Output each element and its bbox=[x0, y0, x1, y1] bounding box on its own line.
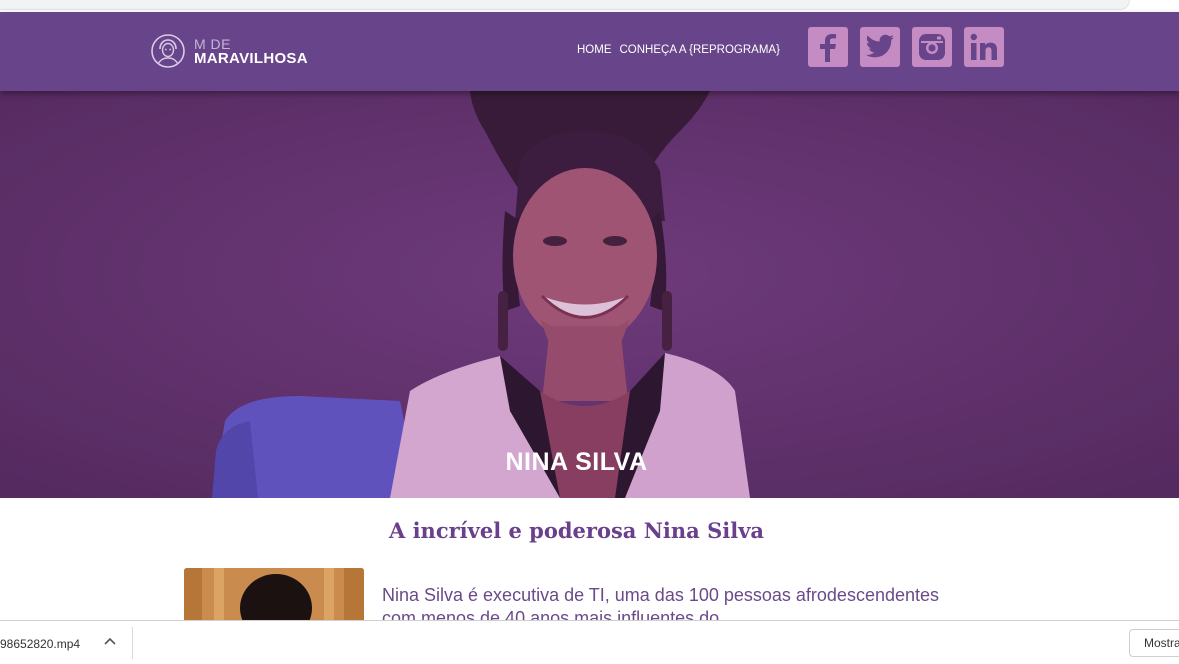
nav-home-link[interactable]: HOME bbox=[577, 44, 612, 56]
hero-portrait-image bbox=[0, 91, 1179, 498]
chevron-up-icon[interactable] bbox=[102, 634, 118, 650]
instagram-icon[interactable] bbox=[912, 27, 952, 67]
download-bar: 98652820.mp4 Mostrar tudo bbox=[0, 620, 1179, 664]
woman-face-logo-icon bbox=[151, 34, 185, 68]
main-nav: HOME CONHEÇA A {REPROGRAMA} bbox=[577, 44, 780, 56]
site-logo[interactable]: M DE MARAVILHOSA bbox=[151, 30, 308, 72]
download-file-name[interactable]: 98652820.mp4 bbox=[0, 637, 80, 651]
site-header: M DE MARAVILHOSA HOME CONHEÇA A {REPROGR… bbox=[0, 12, 1179, 91]
show-all-downloads-button[interactable]: Mostrar tudo bbox=[1129, 629, 1179, 657]
divider bbox=[132, 627, 133, 659]
linkedin-icon[interactable] bbox=[964, 27, 1004, 67]
hero-title: NINA SILVA bbox=[505, 448, 648, 476]
nav-reprograma-link[interactable]: CONHEÇA A {REPROGRAMA} bbox=[620, 44, 780, 56]
logo-brand-text: MARAVILHOSA bbox=[194, 49, 308, 67]
logo-small-text: M DE bbox=[194, 35, 231, 52]
address-bar[interactable] bbox=[0, 0, 1130, 10]
bio-text: Nina Silva é executiva de TI, uma das 10… bbox=[382, 585, 940, 624]
facebook-icon[interactable] bbox=[808, 27, 848, 67]
nina-silva-thumbnail-image bbox=[184, 568, 364, 628]
hero-banner: NINA SILVA bbox=[0, 91, 1179, 498]
social-links bbox=[808, 27, 1004, 67]
bio-photo bbox=[184, 568, 364, 628]
twitter-icon[interactable] bbox=[860, 27, 900, 67]
section-title: A incrível e poderosa Nina Silva bbox=[388, 518, 765, 543]
